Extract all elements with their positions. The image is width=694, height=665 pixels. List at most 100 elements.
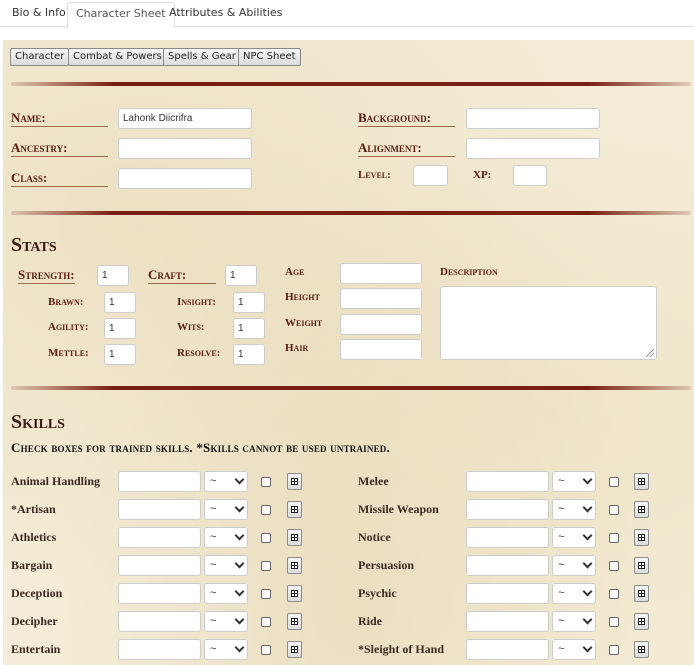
skill-roll-button-psychic[interactable] xyxy=(634,585,649,602)
description-textarea[interactable] xyxy=(440,286,657,360)
skill-select-athletics[interactable]: ~ xyxy=(204,527,248,548)
wits-label: Wits: xyxy=(177,321,205,333)
skill-roll-button-missile-weapon[interactable] xyxy=(634,501,649,518)
skill-input-melee[interactable] xyxy=(466,471,549,492)
xp-input[interactable] xyxy=(513,165,547,186)
agility-input[interactable]: 1 xyxy=(104,318,136,339)
skill-input-deception[interactable] xyxy=(118,583,201,604)
name-input[interactable]: Lahonk Diicrifra xyxy=(118,108,252,129)
chevron-down-icon xyxy=(582,474,593,485)
insight-input[interactable]: 1 xyxy=(233,292,265,313)
skill-select-missile-weapon[interactable]: ~ xyxy=(552,499,596,520)
resize-grip-icon[interactable] xyxy=(646,349,654,357)
skill-input-animal-handling[interactable] xyxy=(118,471,201,492)
skill-select-value: ~ xyxy=(558,559,565,571)
dice-icon xyxy=(291,646,298,653)
skill-input-bargain[interactable] xyxy=(118,555,201,576)
skills-note: Check boxes for trained skills. *Skills … xyxy=(11,440,390,455)
nav-character-button[interactable]: Character xyxy=(10,48,70,66)
skill-input-notice[interactable] xyxy=(466,527,549,548)
skill-select-decipher[interactable]: ~ xyxy=(204,611,248,632)
skill-select-sleight-of-hand[interactable]: ~ xyxy=(552,639,596,660)
alignment-input[interactable] xyxy=(466,138,600,159)
skill-input-athletics[interactable] xyxy=(118,527,201,548)
ancestry-input[interactable] xyxy=(118,138,252,159)
skill-roll-button-ride[interactable] xyxy=(634,613,649,630)
skill-select-deception[interactable]: ~ xyxy=(204,583,248,604)
mettle-input[interactable]: 1 xyxy=(104,344,136,365)
nav-spells-gear-button[interactable]: Spells & Gear xyxy=(163,48,241,66)
height-input[interactable] xyxy=(340,288,422,309)
skill-trained-checkbox-deception[interactable] xyxy=(261,589,271,599)
skill-roll-button-animal-handling[interactable] xyxy=(287,473,302,490)
skill-input-ride[interactable] xyxy=(466,611,549,632)
skill-input-decipher[interactable] xyxy=(118,611,201,632)
age-input[interactable] xyxy=(340,263,422,284)
skill-trained-checkbox-artisan[interactable] xyxy=(261,505,271,515)
section-divider xyxy=(11,386,691,390)
skill-select-psychic[interactable]: ~ xyxy=(552,583,596,604)
skill-trained-checkbox-ride[interactable] xyxy=(609,617,619,627)
skill-select-entertain[interactable]: ~ xyxy=(204,639,248,660)
character-sheet: Character Combat & Powers Spells & Gear … xyxy=(3,40,694,665)
skill-roll-button-decipher[interactable] xyxy=(287,613,302,630)
skill-trained-checkbox-athletics[interactable] xyxy=(261,533,271,543)
skill-trained-checkbox-sleight-of-hand[interactable] xyxy=(609,645,619,655)
skill-trained-checkbox-persuasion[interactable] xyxy=(609,561,619,571)
skill-trained-checkbox-melee[interactable] xyxy=(609,477,619,487)
skill-label-animal-handling: Animal Handling xyxy=(11,474,101,488)
skill-select-notice[interactable]: ~ xyxy=(552,527,596,548)
tab-character-sheet[interactable]: Character Sheet xyxy=(67,2,175,28)
craft-input[interactable]: 1 xyxy=(225,265,257,286)
skill-select-value: ~ xyxy=(210,559,217,571)
skill-select-value: ~ xyxy=(558,531,565,543)
skill-input-persuasion[interactable] xyxy=(466,555,549,576)
skill-trained-checkbox-psychic[interactable] xyxy=(609,589,619,599)
nav-combat-powers-button[interactable]: Combat & Powers xyxy=(68,48,167,66)
skill-roll-button-deception[interactable] xyxy=(287,585,302,602)
wits-input[interactable]: 1 xyxy=(233,318,265,339)
skill-input-entertain[interactable] xyxy=(118,639,201,660)
skill-select-ride[interactable]: ~ xyxy=(552,611,596,632)
level-input[interactable] xyxy=(413,165,448,186)
skill-input-missile-weapon[interactable] xyxy=(466,499,549,520)
skill-input-sleight-of-hand[interactable] xyxy=(466,639,549,660)
chevron-down-icon xyxy=(234,558,245,569)
skill-trained-checkbox-notice[interactable] xyxy=(609,533,619,543)
dice-icon xyxy=(291,562,298,569)
skill-select-value: ~ xyxy=(210,643,217,655)
hair-input[interactable] xyxy=(340,339,422,360)
class-input[interactable] xyxy=(118,168,252,189)
resolve-input[interactable]: 1 xyxy=(233,344,265,365)
weight-input[interactable] xyxy=(340,314,422,335)
brawn-input[interactable]: 1 xyxy=(104,292,136,313)
tab-attributes-abilities[interactable]: Attributes & Abilities xyxy=(161,2,290,28)
tab-bio-info[interactable]: Bio & Info xyxy=(4,2,74,28)
skill-select-value: ~ xyxy=(558,643,565,655)
skill-input-artisan[interactable] xyxy=(118,499,201,520)
nav-npc-sheet-button[interactable]: NPC Sheet xyxy=(238,48,301,66)
skill-trained-checkbox-animal-handling[interactable] xyxy=(261,477,271,487)
skill-select-bargain[interactable]: ~ xyxy=(204,555,248,576)
skill-roll-button-notice[interactable] xyxy=(634,529,649,546)
skill-roll-button-bargain[interactable] xyxy=(287,557,302,574)
skill-roll-button-artisan[interactable] xyxy=(287,501,302,518)
skill-select-animal-handling[interactable]: ~ xyxy=(204,471,248,492)
skill-roll-button-melee[interactable] xyxy=(634,473,649,490)
skill-select-melee[interactable]: ~ xyxy=(552,471,596,492)
skill-trained-checkbox-missile-weapon[interactable] xyxy=(609,505,619,515)
strength-input[interactable]: 1 xyxy=(97,265,129,286)
background-input[interactable] xyxy=(466,108,600,129)
skill-roll-button-entertain[interactable] xyxy=(287,641,302,658)
skill-select-persuasion[interactable]: ~ xyxy=(552,555,596,576)
skill-roll-button-sleight-of-hand[interactable] xyxy=(634,641,649,658)
skill-select-artisan[interactable]: ~ xyxy=(204,499,248,520)
skill-input-psychic[interactable] xyxy=(466,583,549,604)
skill-trained-checkbox-entertain[interactable] xyxy=(261,645,271,655)
chevron-down-icon xyxy=(582,614,593,625)
skill-trained-checkbox-bargain[interactable] xyxy=(261,561,271,571)
skill-roll-button-persuasion[interactable] xyxy=(634,557,649,574)
skill-roll-button-athletics[interactable] xyxy=(287,529,302,546)
skill-label-sleight-of-hand: *Sleight of Hand xyxy=(358,642,445,656)
skill-trained-checkbox-decipher[interactable] xyxy=(261,617,271,627)
